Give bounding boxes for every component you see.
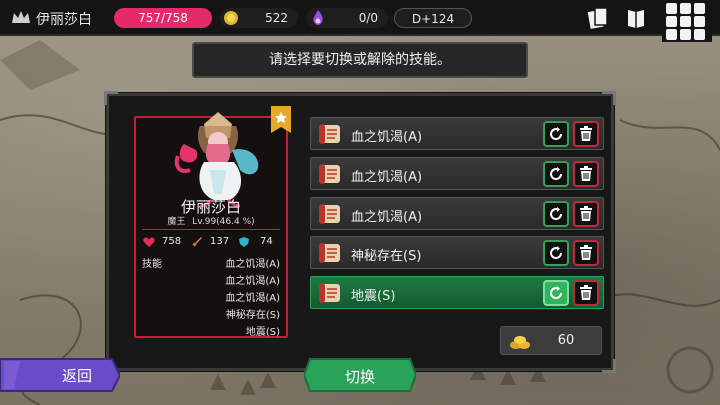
switch-button-label: 切换 xyxy=(344,368,375,386)
card-skill-line: 血之饥渴(A) xyxy=(225,259,280,270)
skill-row-1[interactable]: 血之饥渴(A) xyxy=(310,117,604,150)
skill-row-label: 血之饥渴(A) xyxy=(351,210,423,225)
card-defense: 74 xyxy=(260,236,273,247)
panel-corner-tl xyxy=(104,91,118,105)
switch-skill-button[interactable] xyxy=(543,201,569,227)
skill-row-label: 地震(S) xyxy=(351,289,396,304)
trash-icon xyxy=(580,285,592,300)
skill-row-5[interactable]: 地震(S) xyxy=(310,276,604,309)
card-skill-line: 神秘存在(S) xyxy=(225,310,280,321)
gold-pile-icon xyxy=(510,336,530,349)
refresh-icon xyxy=(550,246,563,260)
day-counter: D+124 xyxy=(394,8,472,28)
trash-icon xyxy=(580,126,592,141)
skill-row-3[interactable]: 血之饥渴(A) xyxy=(310,197,604,230)
card-skill-line: 血之饥渴(A) xyxy=(225,276,280,287)
cards-icon[interactable] xyxy=(586,6,610,30)
shield-icon xyxy=(239,237,249,247)
switch-skill-button[interactable] xyxy=(543,280,569,306)
instruction-banner: 请选择要切换或解除的技能。 xyxy=(192,42,528,78)
soul-flame-icon xyxy=(313,10,323,25)
trash-icon xyxy=(580,245,592,260)
heart-icon xyxy=(143,237,155,247)
character-sprite xyxy=(174,112,259,208)
remove-skill-button[interactable] xyxy=(573,201,599,227)
gold-coin-icon xyxy=(224,11,238,25)
card-skills-label: 技能 xyxy=(142,259,162,270)
card-hp: 758 xyxy=(162,236,182,247)
back-button[interactable] xyxy=(0,355,120,395)
crown-icon xyxy=(12,11,30,23)
hp-display: 757/758 xyxy=(114,8,212,28)
sword-icon xyxy=(192,237,202,247)
menu-grid-icon[interactable] xyxy=(662,0,712,42)
card-skill-line: 血之饥渴(A) xyxy=(225,293,280,304)
remove-skill-button[interactable] xyxy=(573,280,599,306)
scroll-icon xyxy=(319,204,340,224)
scroll-icon xyxy=(319,283,340,303)
refresh-icon xyxy=(550,207,563,221)
scroll-icon xyxy=(319,164,340,184)
skill-row-2[interactable]: 血之饥渴(A) xyxy=(310,157,604,190)
card-divider xyxy=(142,229,280,230)
refresh-icon xyxy=(550,127,563,141)
trash-icon xyxy=(580,166,592,181)
book-icon[interactable] xyxy=(624,6,648,30)
switch-skill-button[interactable] xyxy=(543,240,569,266)
switch-cost: 60 xyxy=(500,326,602,355)
character-name: 伊丽莎白 xyxy=(36,12,92,28)
cost-value: 60 xyxy=(557,333,575,348)
card-class: 魔王 xyxy=(167,217,186,227)
switch-skill-button[interactable] xyxy=(543,121,569,147)
panel-corner-tr xyxy=(602,91,616,105)
remove-skill-button[interactable] xyxy=(573,161,599,187)
card-skill-line: 地震(S) xyxy=(245,327,280,338)
card-class-level: 魔王 Lv.99(46.4 %) xyxy=(134,214,288,227)
remove-skill-button[interactable] xyxy=(573,240,599,266)
panel-corner-br xyxy=(602,359,616,373)
refresh-icon xyxy=(550,167,563,181)
trash-icon xyxy=(580,206,592,221)
skill-row-label: 神秘存在(S) xyxy=(351,249,422,264)
skill-row-4[interactable]: 神秘存在(S) xyxy=(310,236,604,269)
card-level: Lv.99(46.4 %) xyxy=(192,217,255,227)
back-button-label: 返回 xyxy=(62,367,93,385)
scroll-icon xyxy=(319,243,340,263)
remove-skill-button[interactable] xyxy=(573,121,599,147)
switch-skill-button[interactable] xyxy=(543,161,569,187)
skill-row-label: 血之饥渴(A) xyxy=(351,130,423,145)
card-attack: 137 xyxy=(210,236,230,247)
skill-row-label: 血之饥渴(A) xyxy=(351,170,423,185)
refresh-icon xyxy=(550,286,563,300)
scroll-icon xyxy=(319,124,340,144)
